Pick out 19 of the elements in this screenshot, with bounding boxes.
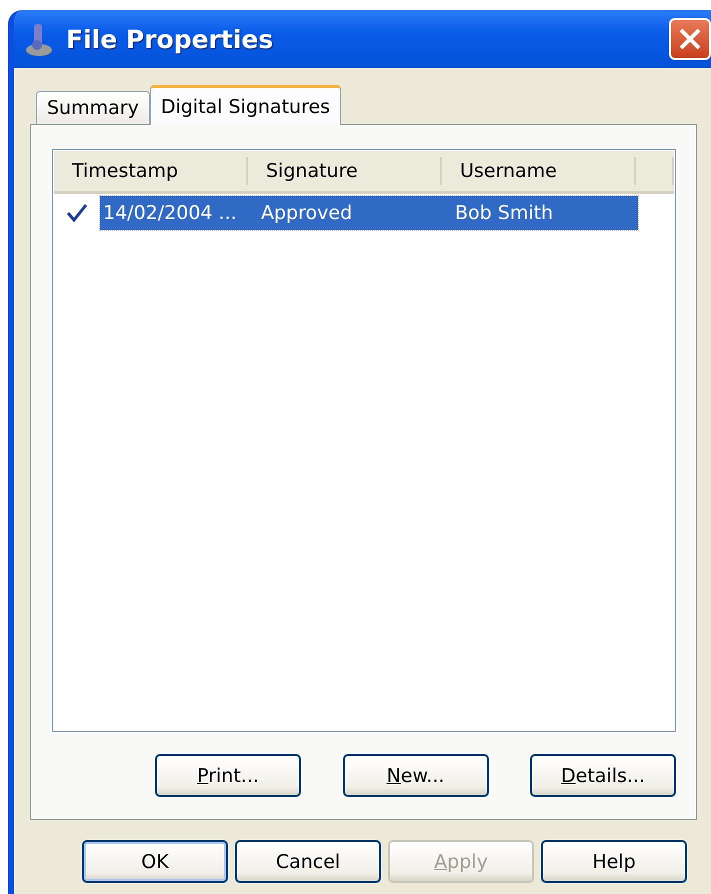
- close-button[interactable]: [669, 18, 711, 60]
- dialog-button[interactable]: Help: [541, 840, 687, 883]
- table-cell-text: 14/02/2004 ...: [102, 202, 238, 224]
- dialog-button[interactable]: OK: [82, 840, 228, 883]
- window-title: File Properties: [66, 24, 274, 54]
- tab[interactable]: Summary: [36, 91, 150, 124]
- list-row[interactable]: 14/02/2004 ... Approved Bob Smith: [100, 196, 638, 230]
- column-header[interactable]: Timestamp: [54, 157, 248, 185]
- dialog-button[interactable]: New...: [342, 754, 488, 797]
- dialog-button[interactable]: Details...: [530, 754, 676, 797]
- table-cell-text: Approved: [260, 202, 354, 224]
- column-header[interactable]: Username: [442, 157, 636, 185]
- dialog-button[interactable]: Cancel: [235, 840, 381, 883]
- table-cell-text: Bob Smith: [454, 202, 554, 224]
- app-icon: [24, 21, 54, 57]
- close-icon: [677, 26, 703, 52]
- dialog-button[interactable]: Print...: [155, 754, 301, 797]
- tab[interactable]: Digital Signatures: [150, 85, 342, 125]
- column-header[interactable]: Signature: [248, 157, 442, 185]
